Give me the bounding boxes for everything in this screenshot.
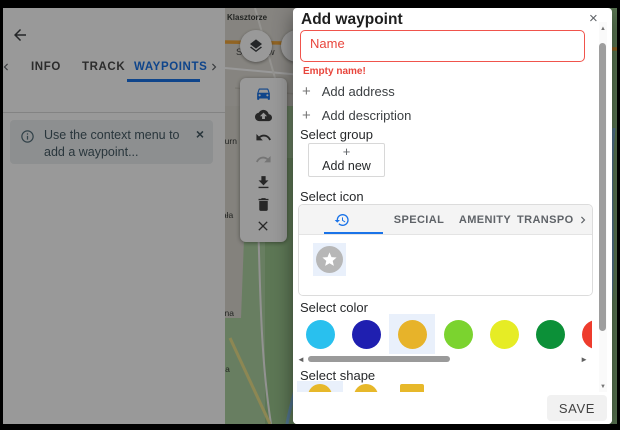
add-new-group-label: Add new [309, 159, 384, 173]
plus-icon: + [309, 144, 384, 159]
save-button[interactable]: SAVE [547, 395, 607, 421]
panel-divider [3, 112, 225, 113]
color-swatch-navy[interactable] [343, 314, 389, 354]
arrow-left-icon [11, 26, 31, 44]
map-layers-button[interactable] [240, 30, 272, 62]
info-icon [20, 129, 35, 144]
color-swatch-amber-selected[interactable] [389, 314, 435, 354]
plus-icon: + [302, 108, 311, 123]
dialog-close-icon[interactable]: × [589, 10, 598, 27]
icon-picker: SPECIAL AMENITY TRANSPORT [298, 204, 593, 296]
map-label-partial-2: iała [225, 210, 233, 220]
tab-waypoints[interactable]: WAYPOINTS [134, 52, 207, 82]
select-group-label: Select group [300, 127, 373, 142]
active-tab-underline [127, 79, 200, 82]
horizontal-scroll-thumb[interactable] [308, 356, 450, 362]
select-icon-label: Select icon [300, 189, 364, 204]
add-waypoint-dialog: Add waypoint × Name Empty name! + Add ad… [293, 8, 612, 424]
car-routing-icon[interactable] [255, 85, 272, 102]
tabs-scroll-right-icon[interactable] [207, 60, 221, 74]
scroll-right-icon[interactable]: ► [580, 355, 588, 364]
select-color-label: Select color [300, 300, 368, 315]
alert-close-icon[interactable]: × [196, 126, 204, 142]
color-swatch-cyan[interactable] [297, 314, 343, 354]
add-new-group-button[interactable]: + Add new [308, 143, 385, 177]
plus-icon: + [302, 84, 311, 99]
shape-swatch-circle-selected[interactable] [297, 381, 343, 392]
left-panel: INFO TRACK WAYPOINTS Use the context men… [3, 8, 225, 424]
cloud-upload-icon[interactable] [255, 107, 272, 124]
map-label-klasztorze: Klasztorze [227, 13, 267, 22]
back-button[interactable] [11, 26, 31, 46]
download-icon[interactable] [255, 174, 272, 191]
undo-icon[interactable] [255, 129, 272, 146]
color-picker-row [297, 314, 592, 354]
dialog-scrollbar[interactable]: ▲ ▼ [599, 22, 607, 392]
add-address-label: Add address [322, 84, 395, 99]
shape-picker-row [297, 381, 592, 392]
shape-swatch-square[interactable] [389, 381, 435, 392]
name-error-text: Empty name! [303, 66, 366, 77]
delete-icon[interactable] [255, 196, 272, 213]
map-label-partial-4: ica [225, 364, 230, 374]
panel-tabbar: INFO TRACK WAYPOINTS [3, 52, 225, 82]
dialog-footer: SAVE [293, 392, 612, 424]
map-label-partial-1: Kurn [225, 136, 237, 146]
color-swatch-red[interactable] [573, 314, 592, 354]
scroll-down-icon[interactable]: ▼ [599, 384, 607, 390]
star-icon [316, 246, 343, 273]
scroll-left-icon[interactable]: ◄ [297, 355, 305, 364]
name-input[interactable] [307, 48, 571, 62]
history-icon [334, 212, 350, 228]
add-description-label: Add description [322, 108, 412, 123]
icon-grid [299, 235, 592, 296]
track-edit-toolbar [240, 78, 287, 242]
icon-tab-amenity[interactable]: AMENITY [453, 205, 517, 234]
tabs-scroll-left-icon[interactable] [0, 60, 13, 74]
color-swatch-light-green[interactable] [435, 314, 481, 354]
tab-info[interactable]: INFO [31, 52, 61, 82]
add-description-button[interactable]: + Add description [302, 106, 411, 124]
icon-tabbar: SPECIAL AMENITY TRANSPORT [299, 205, 592, 235]
alert-text: Use the context menu to add a waypoint..… [44, 127, 192, 161]
dialog-title: Add waypoint [301, 11, 403, 29]
redo-icon[interactable] [255, 151, 272, 168]
close-toolbar-icon[interactable] [255, 218, 272, 235]
icon-tabs-scroll-right-icon[interactable] [574, 205, 592, 234]
waypoint-hint-alert: Use the context menu to add a waypoint..… [10, 120, 213, 164]
vertical-scroll-thumb[interactable] [599, 43, 606, 331]
map-label-partial-3: yzna [225, 308, 234, 318]
shape-swatch-circle[interactable] [343, 381, 389, 392]
tab-track[interactable]: TRACK [82, 52, 125, 82]
name-field[interactable]: Name [300, 30, 585, 62]
icon-tab-recent[interactable] [299, 205, 385, 234]
layers-icon [248, 38, 264, 54]
add-address-button[interactable]: + Add address [302, 82, 395, 100]
icon-tab-transport[interactable]: TRANSPORT [517, 205, 574, 234]
icon-tab-special[interactable]: SPECIAL [385, 205, 453, 234]
waypoint-icon-star-selected[interactable] [313, 243, 346, 276]
scroll-up-icon[interactable]: ▲ [599, 26, 607, 32]
color-swatch-dark-green[interactable] [527, 314, 573, 354]
color-row-scrollbar[interactable]: ◄ ► [297, 355, 588, 364]
color-swatch-yellow[interactable] [481, 314, 527, 354]
icon-tab-underline [324, 232, 383, 234]
